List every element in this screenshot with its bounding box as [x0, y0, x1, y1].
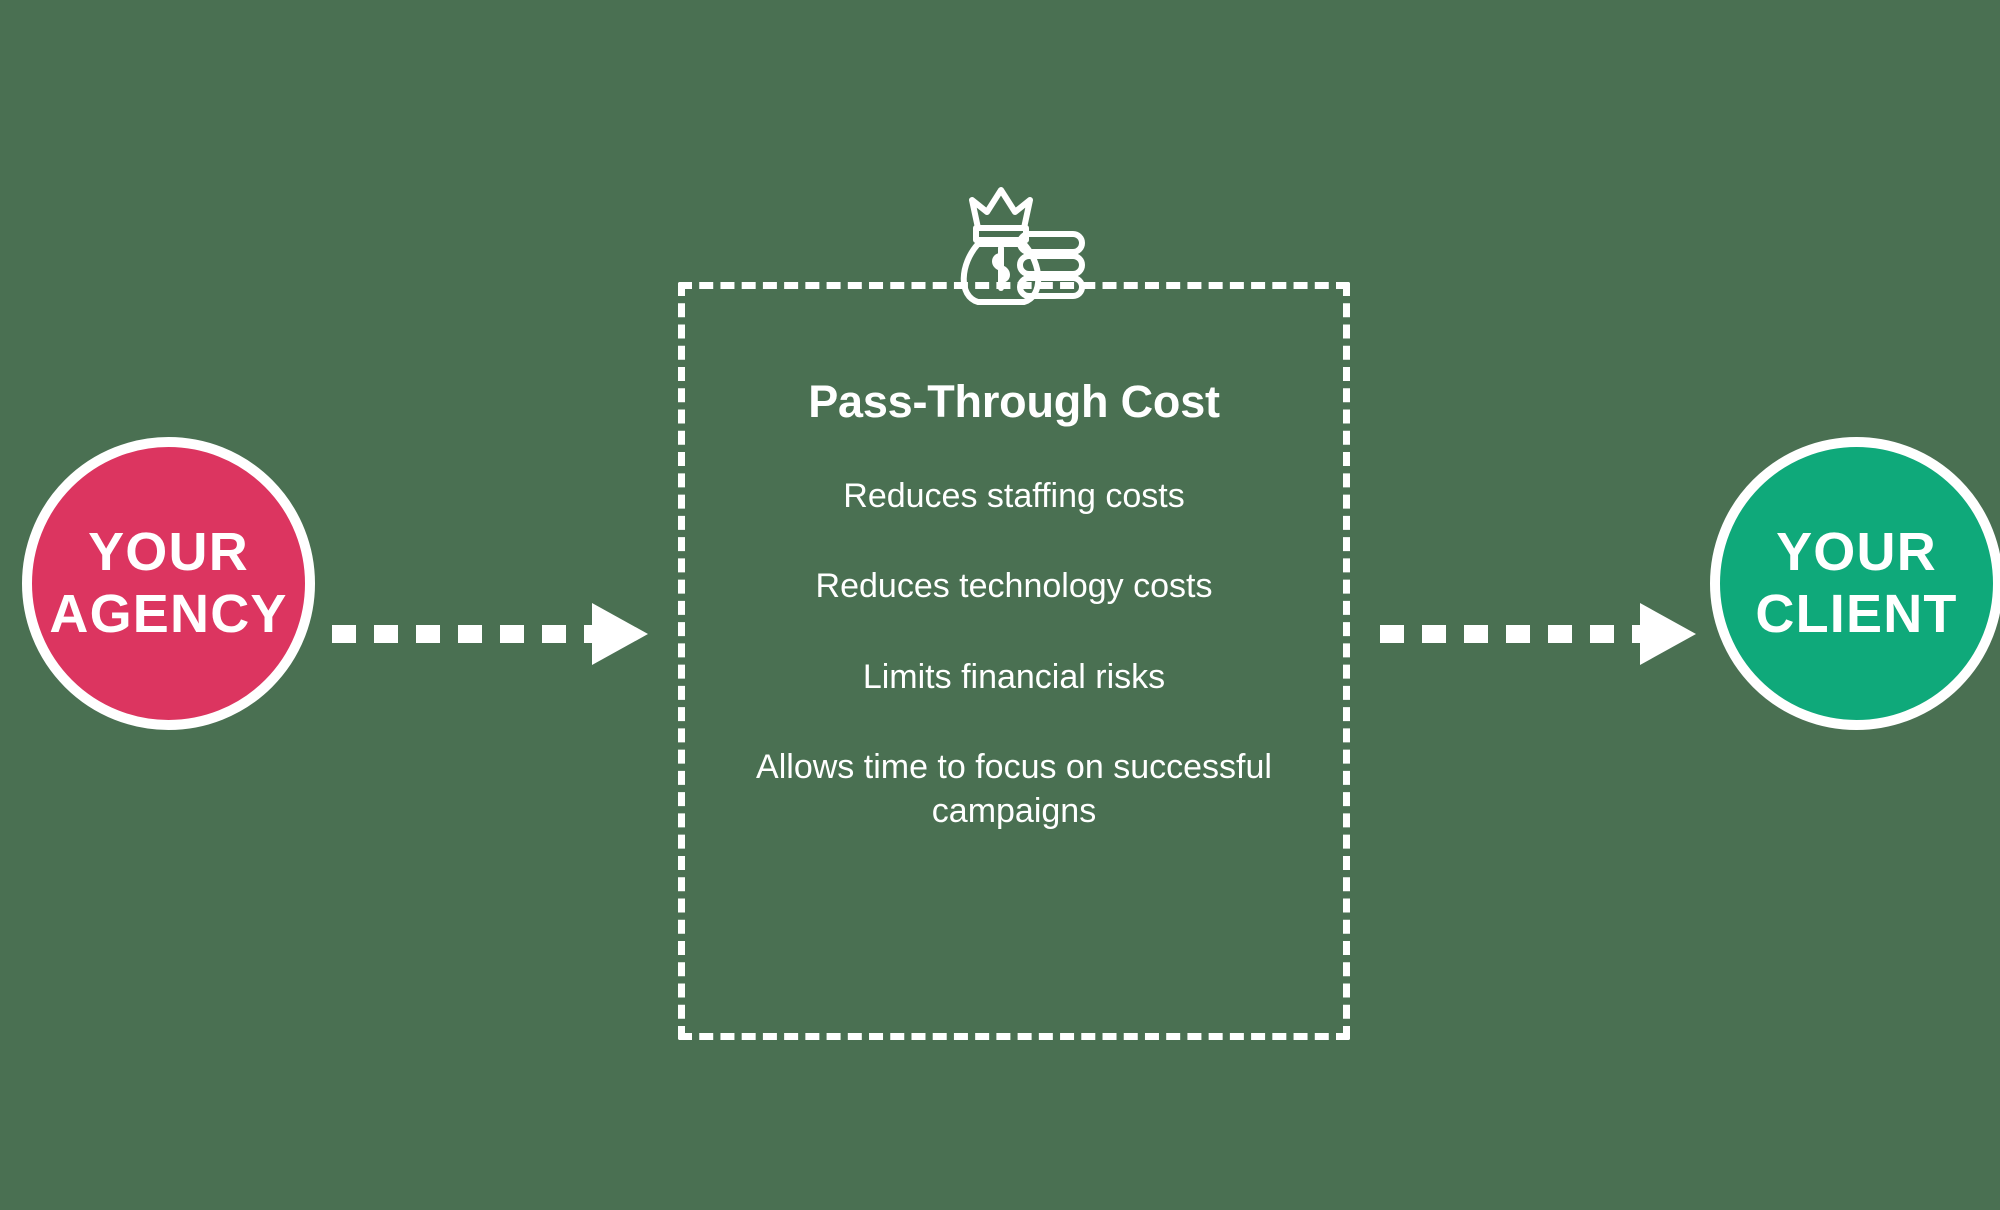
arrow-shaft-dashed	[332, 625, 592, 643]
arrow-head-triangle	[592, 603, 648, 665]
agency-label-line1: YOUR	[88, 521, 249, 582]
agency-label-line2: AGENCY	[49, 583, 288, 644]
arrow-shaft-dashed	[1380, 625, 1640, 643]
benefit-item: Reduces staffing costs	[843, 476, 1185, 515]
panel-title: Pass-Through Cost	[808, 376, 1220, 427]
node-your-client: YOUR CLIENT	[1710, 437, 2000, 730]
client-label-line2: CLIENT	[1755, 583, 1958, 644]
benefit-item: Allows time to focus on successful campa…	[756, 748, 1272, 830]
diagram-canvas: YOUR AGENCY Pass-Through Cost Reduces st	[0, 0, 2000, 1210]
benefit-item: Limits financial risks	[862, 657, 1166, 696]
arrow-panel-to-client	[1380, 603, 1696, 665]
benefit-item: Reduces technology costs	[815, 567, 1213, 606]
arrow-head-triangle	[1640, 603, 1696, 665]
arrow-agency-to-panel	[332, 603, 648, 665]
node-your-agency: YOUR AGENCY	[22, 437, 315, 730]
pass-through-cost-content: Pass-Through Cost Reduces staffing costs…	[678, 282, 1350, 1040]
client-label-line1: YOUR	[1776, 521, 1937, 582]
